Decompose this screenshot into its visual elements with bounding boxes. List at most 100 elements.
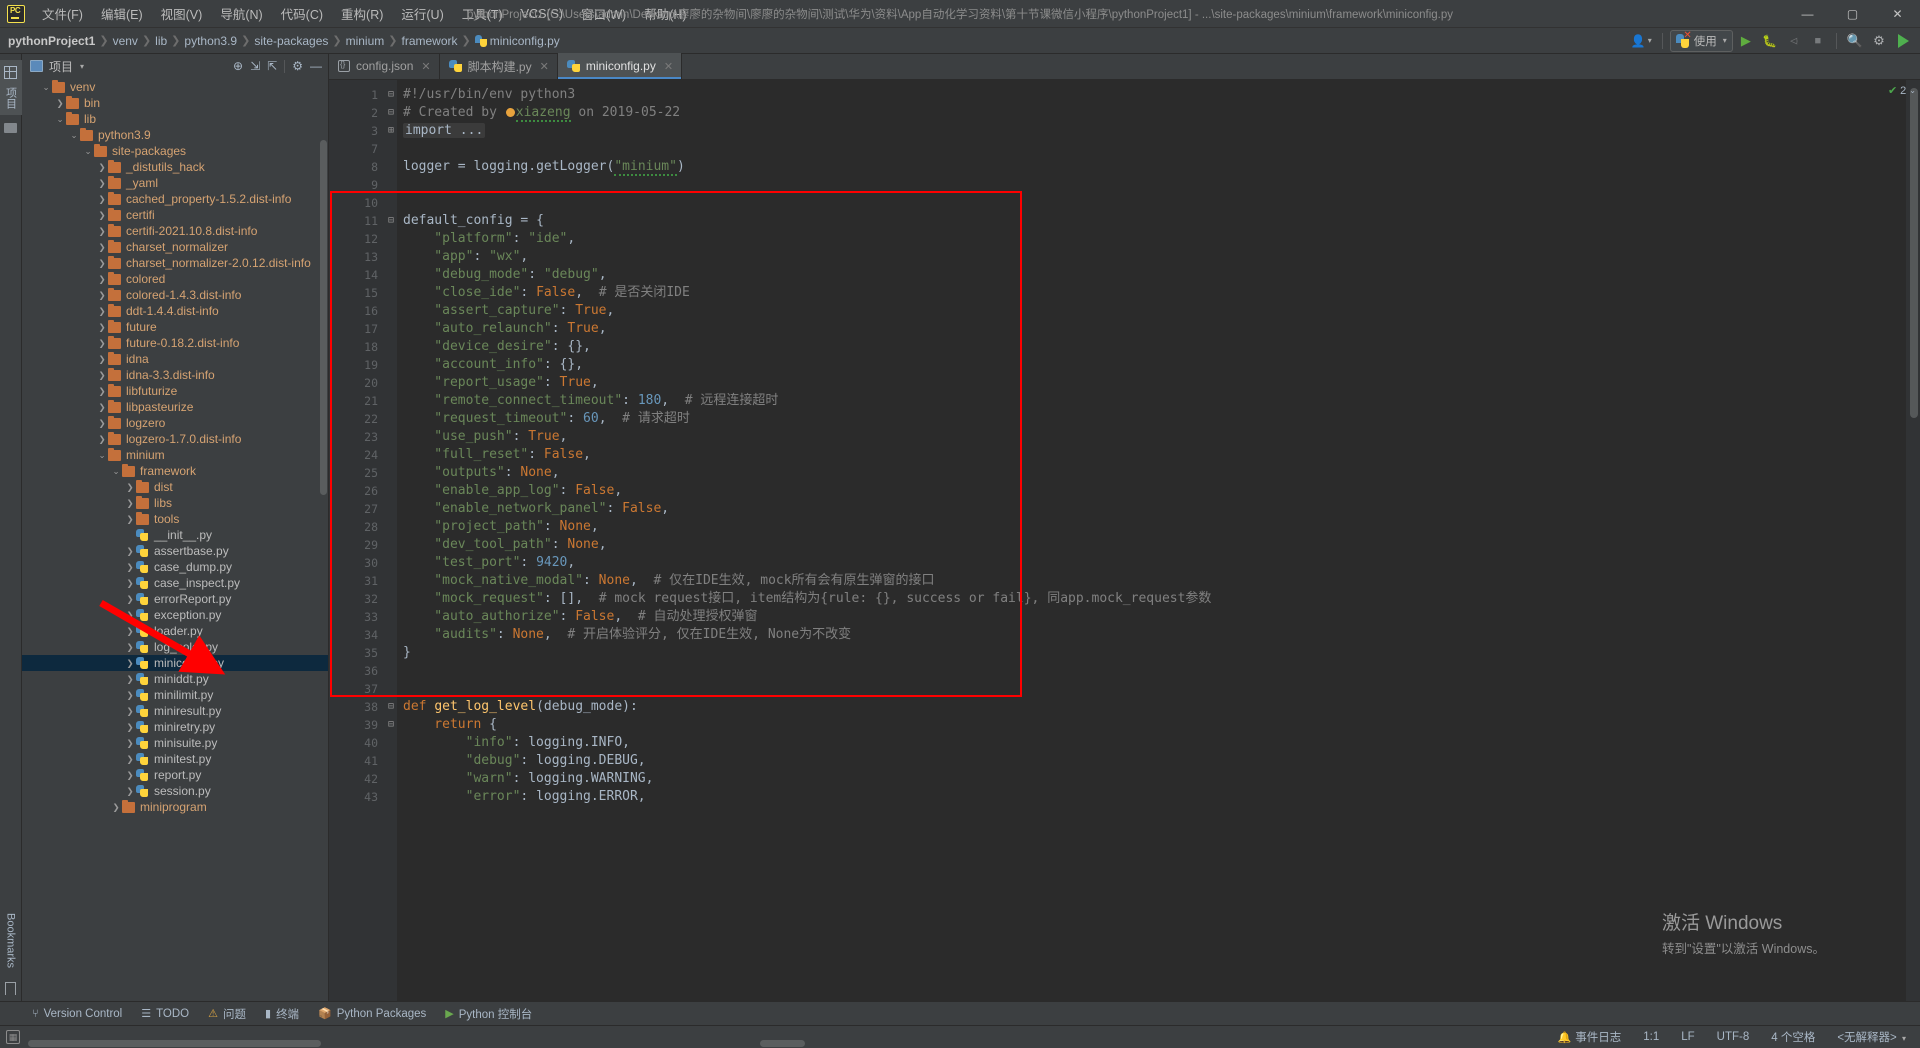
line-number[interactable]: 27 (329, 500, 385, 518)
chevron-right-icon[interactable]: ❯ (124, 771, 136, 780)
menu-window[interactable]: 窗口(W) (572, 0, 635, 27)
breadcrumb-minium[interactable]: minium (346, 34, 385, 48)
layout-toggle-icon[interactable]: ▦ (6, 1030, 20, 1044)
fold-marker[interactable] (385, 500, 397, 518)
fold-marker[interactable] (385, 752, 397, 770)
menu-help[interactable]: 帮助(H) (635, 0, 695, 27)
code-text-area[interactable]: #!/usr/bin/env python3 # Created by xiaze… (397, 80, 1906, 1001)
line-number[interactable]: 20 (329, 374, 385, 392)
tree-item-logzero-1.7.0.dist-info[interactable]: ❯ logzero-1.7.0.dist-info (22, 431, 328, 447)
line-separator[interactable]: LF (1677, 1029, 1698, 1045)
tree-item-cached_property-1.5.2.dist-info[interactable]: ❯ cached_property-1.5.2.dist-info (22, 191, 328, 207)
search-everywhere-button[interactable]: 🔍 (1844, 30, 1866, 52)
line-number[interactable]: 24 (329, 446, 385, 464)
minimize-button[interactable]: — (1785, 0, 1830, 28)
code-line[interactable] (397, 680, 1906, 698)
indent-setting[interactable]: 4 个空格 (1767, 1027, 1819, 1047)
tree-item-minisuite.py[interactable]: ❯ minisuite.py (22, 735, 328, 751)
code-line[interactable]: return { (397, 716, 1906, 734)
tree-item-site-packages[interactable]: ⌄ site-packages (22, 143, 328, 159)
tree-item-loader.py[interactable]: ❯ loader.py (22, 623, 328, 639)
code-line[interactable]: "assert_capture": True, (397, 302, 1906, 320)
code-line[interactable]: "device_desire": {}, (397, 338, 1906, 356)
tree-horizontal-scrollbar-thumb[interactable] (28, 1040, 321, 1047)
tree-item-venv[interactable]: ⌄ venv (22, 79, 328, 95)
line-number[interactable]: 36 (329, 662, 385, 680)
python-interpreter-selector[interactable]: <无解释器> ▾ (1833, 1027, 1910, 1047)
tree-item-minitest.py[interactable]: ❯ minitest.py (22, 751, 328, 767)
code-line[interactable]: #!/usr/bin/env python3 (397, 86, 1906, 104)
file-encoding[interactable]: UTF-8 (1713, 1029, 1754, 1045)
fold-marker[interactable] (385, 788, 397, 806)
breadcrumb-file[interactable]: miniconfig.py (474, 34, 560, 48)
chevron-right-icon[interactable]: ❯ (124, 739, 136, 748)
tree-item-case_inspect.py[interactable]: ❯ case_inspect.py (22, 575, 328, 591)
chevron-right-icon[interactable]: ❯ (96, 403, 108, 412)
tree-item-colored[interactable]: ❯ colored (22, 271, 328, 287)
tree-item-report.py[interactable]: ❯ report.py (22, 767, 328, 783)
code-line[interactable]: "project_path": None, (397, 518, 1906, 536)
chevron-right-icon[interactable]: ❯ (96, 275, 108, 284)
chevron-right-icon[interactable]: ❯ (96, 323, 108, 332)
fold-marker[interactable] (385, 464, 397, 482)
tree-item-exception.py[interactable]: ❯ exception.py (22, 607, 328, 623)
bookmark-icon[interactable] (5, 982, 16, 995)
chevron-right-icon[interactable]: ❯ (96, 371, 108, 380)
close-icon[interactable]: ✕ (540, 60, 549, 73)
fold-marker[interactable] (385, 428, 397, 446)
code-line[interactable]: "outputs": None, (397, 464, 1906, 482)
menu-tools[interactable]: 工具(T) (453, 0, 512, 27)
chevron-right-icon[interactable]: ❯ (124, 787, 136, 796)
line-number[interactable]: 9 (329, 176, 385, 194)
settings-button[interactable]: ⚙ (1868, 30, 1890, 52)
tree-item-minium[interactable]: ⌄ minium (22, 447, 328, 463)
code-line[interactable]: "warn": logging.WARNING, (397, 770, 1906, 788)
chevron-right-icon[interactable]: ❯ (110, 803, 122, 812)
code-line[interactable]: "app": "wx", (397, 248, 1906, 266)
chevron-down-icon[interactable]: ⌄ (54, 115, 66, 124)
fold-marker[interactable] (385, 410, 397, 428)
code-line[interactable]: "remote_connect_timeout": 180, # 远程连接超时 (397, 392, 1906, 410)
tree-item-charset_normalizer-2.0.12.dist-info[interactable]: ❯ charset_normalizer-2.0.12.dist-info (22, 255, 328, 271)
tree-item-miniresult.py[interactable]: ❯ miniresult.py (22, 703, 328, 719)
menu-file[interactable]: 文件(F) (33, 0, 92, 27)
tree-item-case_dump.py[interactable]: ❯ case_dump.py (22, 559, 328, 575)
chevron-down-icon[interactable]: ⌄ (68, 131, 80, 140)
tree-item-miniddt.py[interactable]: ❯ miniddt.py (22, 671, 328, 687)
tree-item-libpasteurize[interactable]: ❯ libpasteurize (22, 399, 328, 415)
tree-scrollbar-track[interactable] (319, 78, 328, 1001)
fold-marker[interactable] (385, 734, 397, 752)
code-line[interactable] (397, 662, 1906, 680)
chevron-right-icon[interactable]: ❯ (96, 419, 108, 428)
tree-item-dist[interactable]: ❯ dist (22, 479, 328, 495)
stripe-tab-project[interactable]: 项目 (0, 60, 22, 115)
line-number-gutter[interactable]: 1 2 3 7 8 9 10 11 12 13 14 15 16 17 18 19 20 21 22 23 24 25 26… (329, 80, 398, 1001)
code-folding-column[interactable]: ⊟ ⊟ ⊞ ⊟ ⊟ ⊟ (385, 80, 397, 1001)
tree-item-__init__.py[interactable]: __init__.py (22, 527, 328, 543)
tree-item-miniconfig.py[interactable]: ❯ miniconfig.py (22, 655, 328, 671)
close-icon[interactable]: ✕ (664, 60, 673, 73)
fold-marker[interactable]: ⊟ (385, 212, 397, 230)
chevron-right-icon[interactable]: ❯ (96, 435, 108, 444)
chevron-right-icon[interactable]: ❯ (96, 339, 108, 348)
fold-marker[interactable] (385, 626, 397, 644)
menu-edit[interactable]: 编辑(E) (92, 0, 152, 27)
editor-horizontal-scrollbar-thumb[interactable] (760, 1040, 805, 1047)
code-line[interactable]: "platform": "ide", (397, 230, 1906, 248)
tree-item-libfuturize[interactable]: ❯ libfuturize (22, 383, 328, 399)
line-number[interactable]: 15 (329, 284, 385, 302)
tree-item-_distutils_hack[interactable]: ❯ _distutils_hack (22, 159, 328, 175)
stop-button[interactable]: ■ (1807, 30, 1829, 52)
code-line[interactable] (397, 176, 1906, 194)
chevron-right-icon[interactable]: ❯ (124, 515, 136, 524)
tool-version-control[interactable]: ⑂ Version Control (24, 1005, 130, 1023)
line-number[interactable]: 3 (329, 122, 385, 140)
tab-miniconfig[interactable]: miniconfig.py ✕ (557, 53, 683, 79)
fold-marker[interactable] (385, 482, 397, 500)
tree-item-tools[interactable]: ❯ tools (22, 511, 328, 527)
chevron-right-icon[interactable]: ❯ (124, 483, 136, 492)
line-number[interactable]: 29 (329, 536, 385, 554)
tree-item-log_color.py[interactable]: ❯ log_color.py (22, 639, 328, 655)
chevron-right-icon[interactable]: ❯ (96, 179, 108, 188)
line-number[interactable]: 28 (329, 518, 385, 536)
